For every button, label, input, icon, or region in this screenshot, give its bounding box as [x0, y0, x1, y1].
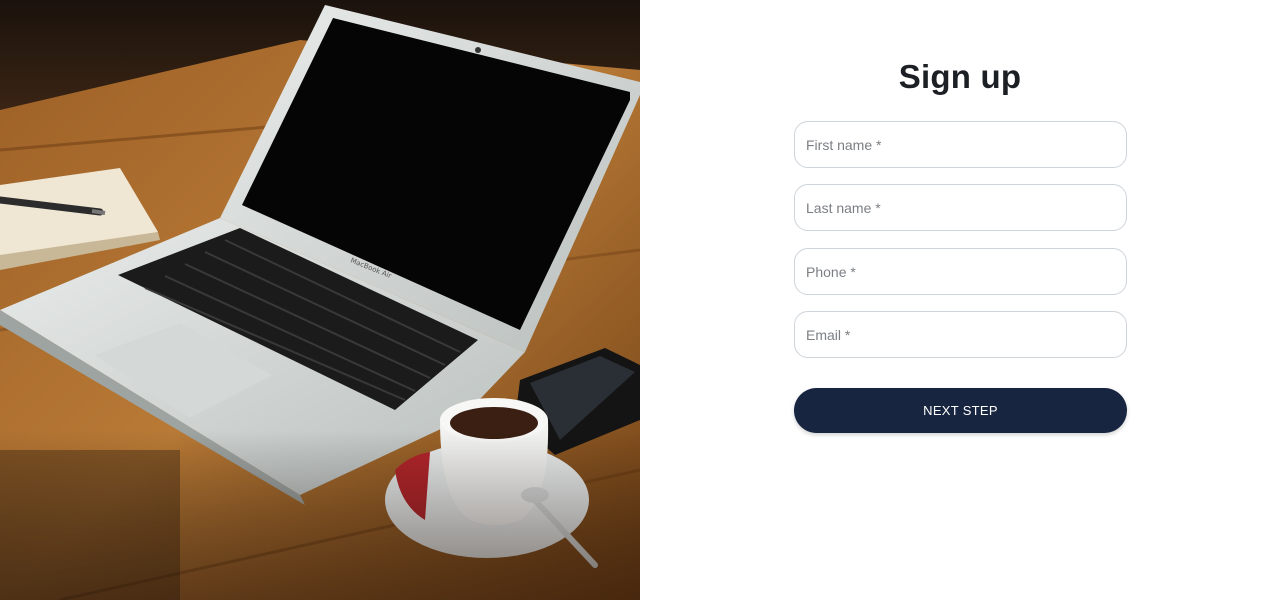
- first-name-input[interactable]: [806, 122, 1126, 167]
- laptop-coffee-illustration: MacBook Air: [0, 0, 640, 600]
- email-input[interactable]: [806, 312, 1126, 357]
- page-title: Sign up: [898, 58, 1022, 95]
- email-field[interactable]: [794, 311, 1127, 358]
- phone-input[interactable]: [806, 249, 1126, 294]
- hero-photo: MacBook Air: [0, 0, 640, 600]
- last-name-field[interactable]: [794, 184, 1127, 231]
- signup-panel: Sign up NEXT STEP: [640, 0, 1280, 600]
- last-name-input[interactable]: [806, 185, 1126, 230]
- phone-field[interactable]: [794, 248, 1127, 295]
- next-step-button[interactable]: NEXT STEP: [794, 388, 1127, 433]
- first-name-field[interactable]: [794, 121, 1127, 168]
